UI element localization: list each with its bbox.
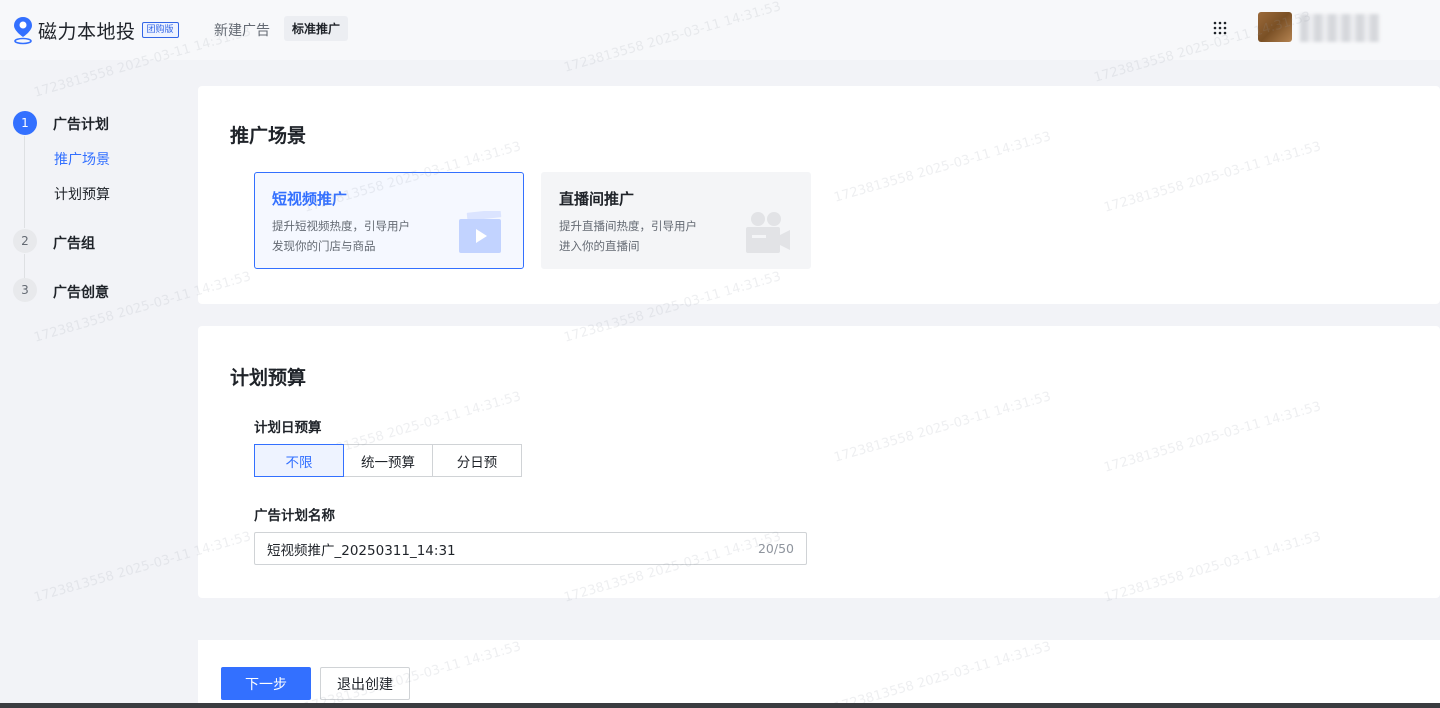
logo[interactable]: 磁力本地投 团购版 bbox=[12, 15, 179, 45]
top-bar: 磁力本地投 团购版 新建广告 标准推广 bbox=[0, 0, 1440, 60]
section-title-scene: 推广场景 bbox=[230, 125, 307, 147]
step-1-label[interactable]: 广告计划 bbox=[53, 114, 109, 134]
plan-name-char-count: 20/50 bbox=[757, 541, 794, 556]
daily-budget-selector: 不限 统一预算 分日预 bbox=[254, 444, 522, 477]
exit-create-button[interactable]: 退出创建 bbox=[320, 667, 410, 700]
scene-option-title: 直播间推广 bbox=[559, 190, 635, 208]
substep-promotion-scene[interactable]: 推广场景 bbox=[54, 149, 110, 169]
step-1-number: 1 bbox=[13, 111, 37, 135]
location-pin-icon bbox=[14, 17, 32, 45]
step-connector bbox=[24, 136, 25, 228]
scene-option-short-video[interactable]: 短视频推广 提升短视频热度，引导用户 发现你的门店与商品 bbox=[254, 172, 524, 269]
user-name-blurred[interactable] bbox=[1300, 14, 1380, 42]
scene-option-desc: 提升直播间热度，引导用户 进入你的直播间 bbox=[559, 216, 729, 256]
scene-option-live-room[interactable]: 直播间推广 提升直播间热度，引导用户 进入你的直播间 bbox=[541, 172, 811, 269]
plan-name-label: 广告计划名称 bbox=[254, 508, 335, 524]
app-name: 磁力本地投 bbox=[38, 20, 136, 43]
budget-option-daily[interactable]: 分日预 bbox=[432, 444, 522, 477]
plan-name-value: 短视频推广_20250311_14:31 bbox=[267, 542, 456, 559]
scene-option-desc-line: 进入你的直播间 bbox=[559, 239, 640, 253]
daily-budget-label: 计划日预算 bbox=[254, 420, 322, 436]
plan-name-input[interactable]: 短视频推广_20250311_14:31 20/50 bbox=[254, 532, 807, 565]
step-3-label[interactable]: 广告创意 bbox=[53, 282, 109, 302]
live-camera-icon bbox=[746, 212, 790, 253]
next-step-button[interactable]: 下一步 bbox=[221, 667, 311, 700]
step-connector bbox=[24, 254, 25, 280]
section-title-budget: 计划预算 bbox=[230, 367, 307, 389]
budget-option-unified[interactable]: 统一预算 bbox=[343, 444, 433, 477]
avatar[interactable] bbox=[1258, 12, 1292, 42]
edition-badge: 团购版 bbox=[141, 22, 179, 38]
scene-option-desc: 提升短视频热度，引导用户 发现你的门店与商品 bbox=[272, 216, 442, 256]
grid-dots-icon[interactable] bbox=[1212, 20, 1228, 36]
step-3-number: 3 bbox=[13, 278, 37, 302]
scene-option-desc-line: 提升直播间热度，引导用户 bbox=[559, 219, 697, 233]
substep-plan-budget[interactable]: 计划预算 bbox=[54, 184, 110, 204]
scene-option-desc-line: 发现你的门店与商品 bbox=[272, 239, 376, 253]
bottom-edge bbox=[0, 703, 1440, 708]
scene-option-desc-line: 提升短视频热度，引导用户 bbox=[272, 219, 410, 233]
step-2-label[interactable]: 广告组 bbox=[53, 233, 95, 253]
breadcrumb-new-ad[interactable]: 新建广告 bbox=[214, 20, 270, 40]
video-play-icon bbox=[459, 211, 502, 253]
step-2-number: 2 bbox=[13, 229, 37, 253]
budget-option-unlimited[interactable]: 不限 bbox=[254, 444, 344, 477]
breadcrumb-standard-promotion: 标准推广 bbox=[284, 16, 349, 41]
scene-option-title: 短视频推广 bbox=[272, 190, 348, 208]
